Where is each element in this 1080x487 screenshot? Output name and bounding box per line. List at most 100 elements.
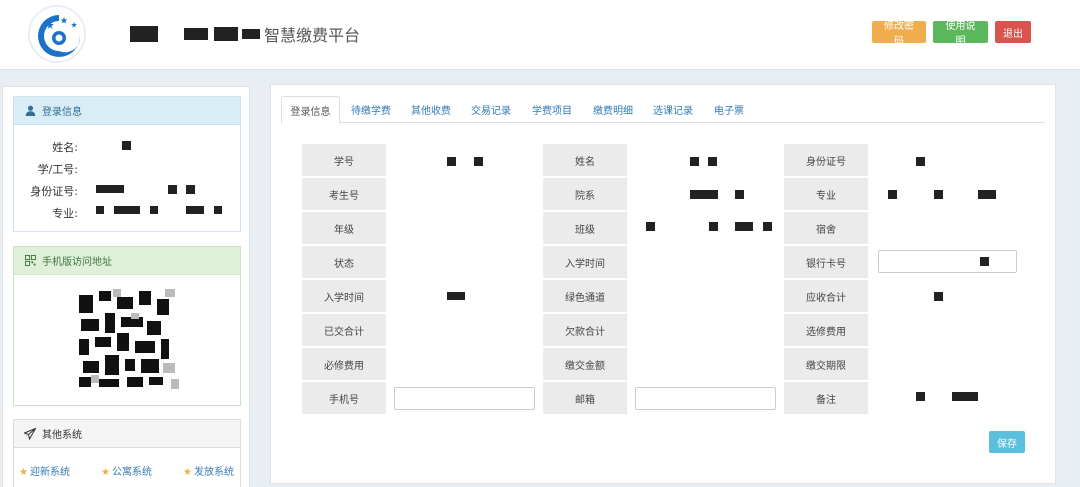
grid-value <box>627 246 784 279</box>
tab-e-invoice[interactable]: 电子票 <box>705 96 753 123</box>
tab-transaction-records[interactable]: 交易记录 <box>463 96 519 123</box>
redacted-school-name <box>184 28 208 40</box>
grid-value <box>386 246 543 279</box>
star-icon: ★ <box>19 467 28 478</box>
qrcode-icon <box>24 255 36 267</box>
save-button[interactable]: 保存 <box>989 431 1025 453</box>
grid-label: 状态 <box>302 246 386 279</box>
grid-label: 邮箱 <box>543 382 627 415</box>
info-label: 学/工号: <box>37 163 78 176</box>
school-logo <box>28 5 86 63</box>
top-header: 智慧缴费平台 修改密码 使用说明 退出 <box>0 0 1080 70</box>
other-systems-panel-header: 其他系统 <box>14 420 240 448</box>
star-icon: ★ <box>101 467 110 478</box>
qr-code-image <box>77 289 180 392</box>
tab-course-records[interactable]: 选课记录 <box>645 96 701 123</box>
info-row-id: 学/工号: <box>14 159 240 177</box>
grid-label: 绿色通道 <box>543 280 627 313</box>
other-systems-title: 其他系统 <box>42 430 82 441</box>
info-row-name: 姓名: <box>14 137 240 155</box>
login-info-panel: 登录信息 姓名: 学/工号: 身份证号: 专业: <box>13 96 241 232</box>
info-row-major: 专业: <box>14 203 240 221</box>
grid-label: 入学时间 <box>302 280 386 313</box>
login-info-title: 登录信息 <box>42 107 82 118</box>
grid-value <box>386 314 543 347</box>
grid-label: 备注 <box>784 382 868 415</box>
grid-value <box>627 348 784 381</box>
other-systems-panel: 其他系统 ★ 迎新系统 ★ 公寓系统 ★ 发放系统 <box>13 419 241 487</box>
grid-label: 姓名 <box>543 144 627 177</box>
redacted-school-name <box>214 27 238 41</box>
bank-card-input[interactable] <box>878 250 1017 273</box>
tab-login-info[interactable]: 登录信息 <box>281 96 340 124</box>
grid-value <box>386 212 543 245</box>
grid-label: 学号 <box>302 144 386 177</box>
info-label: 专业: <box>52 207 78 220</box>
grid-value <box>627 212 784 245</box>
redacted-school-name <box>130 26 158 42</box>
link-distribution-system[interactable]: ★ 发放系统 <box>183 463 234 478</box>
grid-value <box>868 348 996 381</box>
grid-value <box>868 144 996 177</box>
grid-label: 班级 <box>543 212 627 245</box>
login-info-panel-header: 登录信息 <box>14 97 240 125</box>
grid-label: 已交合计 <box>302 314 386 347</box>
grid-label: 入学时间 <box>543 246 627 279</box>
user-guide-button[interactable]: 使用说明 <box>933 21 988 47</box>
link-welcome-system[interactable]: ★ 迎新系统 <box>19 463 70 478</box>
student-info-grid: 学号 姓名 身份证号 考生号 院系 专业 年级 班级 宿舍 状态 入学时间 银行… <box>302 144 1017 418</box>
grid-label: 缴交金额 <box>543 348 627 381</box>
tab-other-fees[interactable]: 其他收费 <box>403 96 459 123</box>
phone-input[interactable] <box>394 387 535 410</box>
phone-cell <box>386 382 543 415</box>
tab-tuition-items[interactable]: 学费项目 <box>524 96 580 123</box>
grid-label: 银行卡号 <box>784 246 868 279</box>
grid-label: 宿舍 <box>784 212 868 245</box>
grid-label: 院系 <box>543 178 627 211</box>
email-input[interactable] <box>635 387 776 410</box>
change-password-button[interactable]: 修改密码 <box>872 21 926 47</box>
grid-label: 考生号 <box>302 178 386 211</box>
grid-value <box>386 178 543 211</box>
mobile-access-panel-header: 手机版访问地址 <box>14 247 240 275</box>
logout-button[interactable]: 退出 <box>995 21 1031 43</box>
user-icon <box>24 105 36 117</box>
grid-value <box>627 178 784 211</box>
info-row-idcard: 身份证号: <box>14 181 240 199</box>
grid-value <box>386 144 543 177</box>
grid-value <box>868 212 996 245</box>
main-content: 登录信息 待缴学费 其他收费 交易记录 学费项目 缴费明细 选课记录 电子票 学… <box>270 84 1056 484</box>
grid-value <box>386 280 543 313</box>
grid-value <box>868 246 1017 279</box>
tab-payment-details[interactable]: 缴费明细 <box>585 96 641 123</box>
grid-value <box>627 144 784 177</box>
grid-label: 年级 <box>302 212 386 245</box>
grid-value <box>868 280 996 313</box>
platform-name: 智慧缴费平台 <box>264 26 361 45</box>
other-systems-links: ★ 迎新系统 ★ 公寓系统 ★ 发放系统 <box>19 463 239 478</box>
paper-plane-icon <box>24 427 36 440</box>
grid-label: 欠款合计 <box>543 314 627 347</box>
star-icon: ★ <box>183 467 192 478</box>
grid-value <box>386 348 543 381</box>
grid-label: 身份证号 <box>784 144 868 177</box>
grid-label: 缴交期限 <box>784 348 868 381</box>
mobile-access-title: 手机版访问地址 <box>42 257 112 268</box>
grid-value <box>868 178 996 211</box>
link-dormitory-system[interactable]: ★ 公寓系统 <box>101 463 152 478</box>
tab-pending-tuition[interactable]: 待缴学费 <box>343 96 399 123</box>
grid-value <box>868 382 996 415</box>
grid-value <box>627 314 784 347</box>
site-title: 智慧缴费平台 <box>130 22 360 46</box>
grid-value <box>868 314 996 347</box>
tab-bar: 登录信息 待缴学费 其他收费 交易记录 学费项目 缴费明细 选课记录 电子票 <box>281 96 1045 124</box>
grid-label: 专业 <box>784 178 868 211</box>
grid-label: 手机号 <box>302 382 386 415</box>
grid-label: 必修费用 <box>302 348 386 381</box>
mobile-access-panel: 手机版访问地址 <box>13 246 241 406</box>
info-label: 身份证号: <box>30 185 78 198</box>
grid-label: 应收合计 <box>784 280 868 313</box>
sidebar: 登录信息 姓名: 学/工号: 身份证号: 专业: 手机版访问地址 其他系统 ★ … <box>2 86 250 487</box>
grid-label: 选修费用 <box>784 314 868 347</box>
grid-value <box>627 280 784 313</box>
